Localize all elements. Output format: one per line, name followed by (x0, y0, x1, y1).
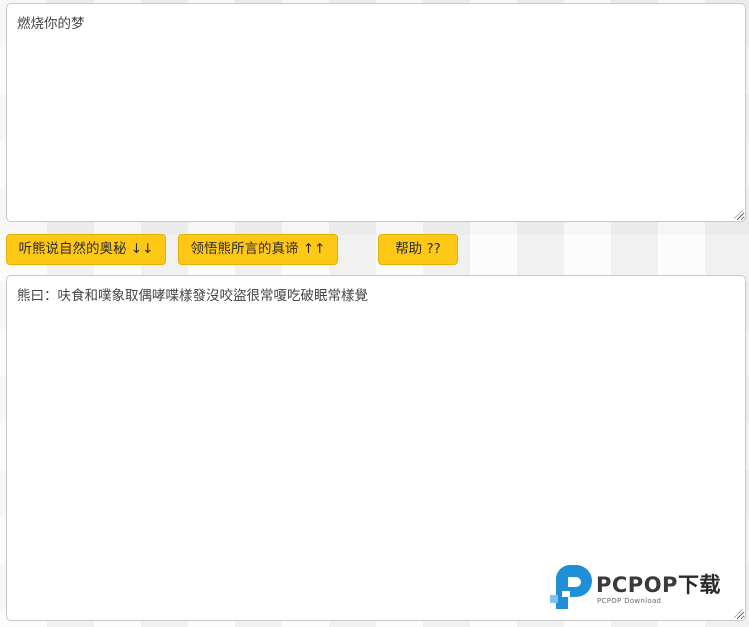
input-textarea[interactable]: 燃烧你的梦 (6, 3, 746, 222)
output-text: 熊曰：呋食和噗象取偶哮喋樣發沒咬盜很常嗄吃破眠常樣覺 (17, 288, 368, 304)
watermark-brand: PCPOP下载 (596, 573, 721, 597)
pcpop-watermark: PCPOP下载 PCPOP Download (550, 565, 742, 613)
listen-decode-button[interactable]: 听熊说自然的奥秘 ↓↓ (6, 234, 166, 265)
pcpop-logo-icon (550, 565, 592, 609)
resize-grip-icon[interactable] (734, 210, 743, 219)
watermark-subtitle: PCPOP Download (597, 597, 662, 605)
comprehend-encode-button[interactable]: 领悟熊所言的真谛 ↑↑ (178, 234, 338, 265)
input-text: 燃烧你的梦 (17, 16, 85, 32)
help-button[interactable]: 帮助 ?? (378, 234, 458, 265)
